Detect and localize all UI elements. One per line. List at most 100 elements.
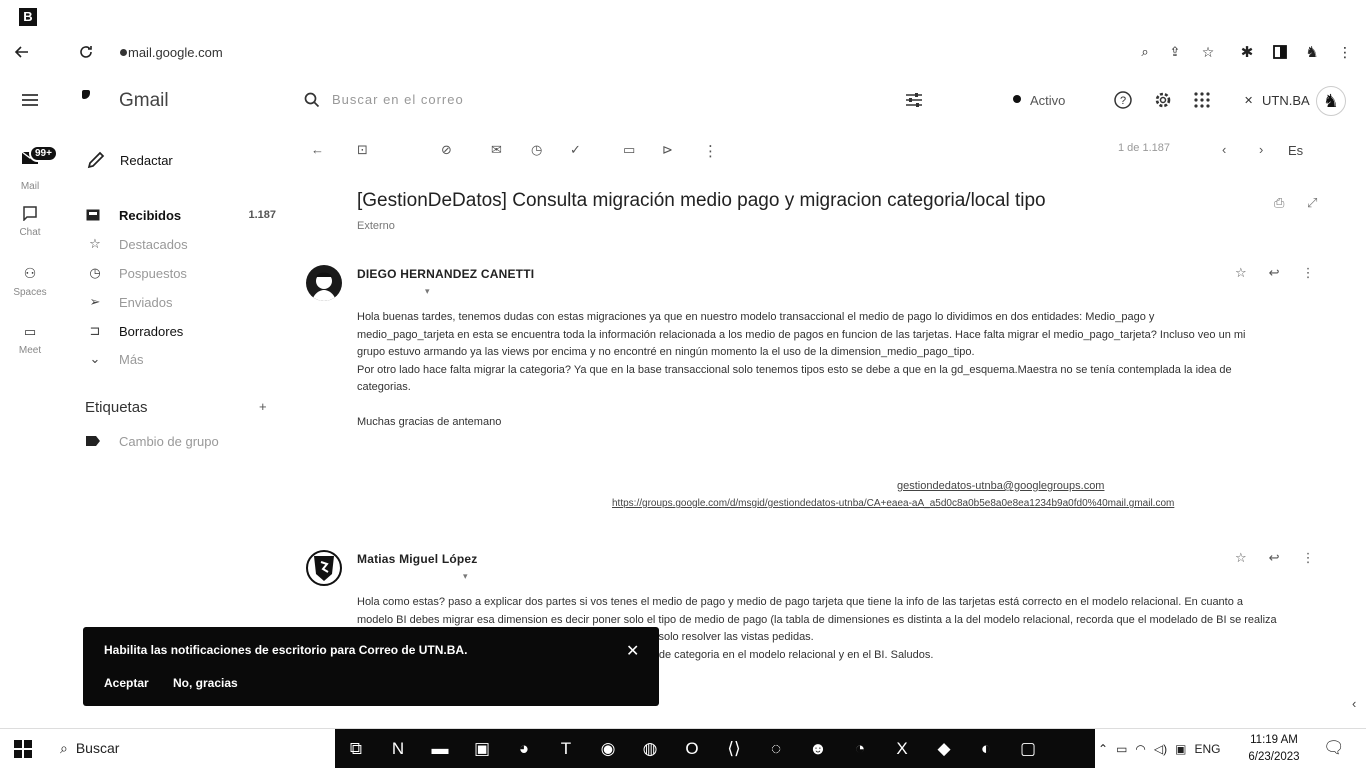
move-to-icon[interactable]: ▭ <box>623 142 635 158</box>
account-avatar[interactable]: ♞ <box>1316 86 1346 116</box>
sidebar-icon[interactable] <box>1268 40 1292 64</box>
reply-icon[interactable]: ↩ <box>1269 550 1280 566</box>
profile-icon[interactable]: ♞ <box>1300 40 1324 64</box>
share-icon[interactable]: ⇪ <box>1163 40 1187 64</box>
terminal-icon[interactable]: ▢ <box>1007 729 1049 768</box>
more-options-icon[interactable]: ⋮ <box>703 142 718 160</box>
outlook-icon[interactable]: O <box>671 729 713 768</box>
search-icon[interactable] <box>304 92 320 108</box>
language-indicator[interactable]: ENG <box>1194 742 1220 756</box>
clock-time: 11:19 AM <box>1250 734 1298 746</box>
briefcase-icon[interactable]: ▣ <box>461 729 503 768</box>
add-label-button[interactable]: + <box>259 399 267 414</box>
site-info-icon[interactable] <box>120 49 127 56</box>
add-task-icon[interactable]: ✓ <box>570 142 581 158</box>
back-arrow-icon[interactable] <box>10 40 34 64</box>
nav-item-inbox[interactable]: Recibidos 1.187 <box>86 205 276 225</box>
whatsapp-icon[interactable]: ◍ <box>629 729 671 768</box>
spotify-icon[interactable]: ◉ <box>587 729 629 768</box>
volume-icon[interactable]: ◁) <box>1154 742 1167 756</box>
clock-icon: ◷ <box>89 265 101 280</box>
bookmark-star-icon[interactable]: ☆ <box>1196 40 1220 64</box>
file-explorer-icon[interactable]: ▬ <box>419 729 461 768</box>
taskbar-search-label: Buscar <box>75 740 120 756</box>
help-icon[interactable]: ? <box>1109 86 1137 114</box>
newer-chevron-icon[interactable]: ‹ <box>1222 142 1226 157</box>
app-icon[interactable]: ◆ <box>923 729 965 768</box>
wifi-icon[interactable]: ◠ <box>1135 742 1145 756</box>
nav-label-drafts: Borradores <box>119 323 184 339</box>
sender-name[interactable]: Matias Miguel López <box>357 552 477 566</box>
input-language[interactable]: Es <box>1288 143 1303 158</box>
rail-chat[interactable]: Chat <box>0 205 60 238</box>
search-bar[interactable]: Buscar en el correo <box>296 84 876 116</box>
windows-start-icon[interactable] <box>14 740 32 758</box>
battery-icon[interactable]: ▭ <box>1116 742 1127 756</box>
pencil-icon <box>87 151 105 169</box>
meet-icon: ▭ <box>23 324 37 339</box>
rail-label-mail: Mail <box>20 181 40 192</box>
nav-item-snoozed[interactable]: ◷ Pospuestos <box>86 263 276 283</box>
close-icon[interactable]: ✕ <box>626 641 639 661</box>
rail-mail[interactable]: 99+ Mail <box>0 145 60 192</box>
extensions-icon[interactable]: ✱ <box>1235 40 1259 64</box>
decline-button[interactable]: No, gracias <box>173 676 238 690</box>
recipients-chevron-icon[interactable]: ▾ <box>425 286 430 297</box>
group-msg-link[interactable]: https://groups.google.com/d/msgid/gestio… <box>612 498 1174 509</box>
rail-spaces[interactable]: ⚇ Spaces <box>0 265 60 298</box>
teams-icon[interactable]: T <box>545 729 587 768</box>
excel-icon[interactable]: X <box>881 729 923 768</box>
nav-item-sent[interactable]: ➢ Enviados <box>86 292 276 312</box>
onenote-icon[interactable]: N <box>377 729 419 768</box>
settings-gear-icon[interactable] <box>1149 86 1177 114</box>
mark-unread-icon[interactable]: ✉ <box>491 142 502 158</box>
main-menu-icon[interactable] <box>16 86 44 114</box>
older-chevron-icon[interactable]: › <box>1259 142 1263 157</box>
open-new-window-icon[interactable]: ⤢ <box>1307 195 1317 211</box>
notification-center-icon[interactable]: 🗨 <box>1323 738 1345 758</box>
accept-button[interactable]: Aceptar <box>104 676 149 690</box>
taskbar-clock[interactable]: 11:19 AM 6/23/2023 <box>1245 732 1303 766</box>
chevron-up-icon[interactable]: ⌃ <box>1098 742 1108 756</box>
nav-item-drafts[interactable]: ⊐ Borradores <box>86 321 276 341</box>
kebab-menu-icon[interactable]: ⋮ <box>1333 40 1357 64</box>
archive-icon[interactable]: ⊡ <box>357 142 368 158</box>
search-icon[interactable]: ⌕ <box>1133 40 1157 64</box>
display-icon[interactable]: ▣ <box>1175 742 1186 756</box>
group-email-link[interactable]: gestiondedatos-utnba@googlegroups.com <box>897 480 1104 492</box>
task-view-icon[interactable]: ⧉ <box>335 729 377 768</box>
nav-item-starred[interactable]: ☆ Destacados <box>86 234 276 254</box>
compose-button[interactable]: Redactar <box>86 150 173 170</box>
taskbar-search[interactable]: ⌕ Buscar <box>60 740 119 757</box>
search-options-icon[interactable] <box>900 86 928 114</box>
gmail-wordmark[interactable]: Gmail <box>119 90 169 112</box>
apps-grid-icon[interactable] <box>1188 86 1216 114</box>
more-options-icon[interactable]: ⋮ <box>1302 265 1315 281</box>
nav-item-more[interactable]: ⌄ Más <box>86 349 276 369</box>
discord-icon[interactable]: ◌ <box>755 729 797 768</box>
vscode-icon[interactable]: ⟨⟩ <box>713 729 755 768</box>
star-icon[interactable]: ☆ <box>1235 550 1247 566</box>
print-icon[interactable]: ⎙ <box>1274 195 1284 211</box>
status-selector[interactable]: Activo <box>1030 93 1065 108</box>
label-as-icon[interactable]: ⊳ <box>662 142 673 158</box>
side-panel-chevron-icon[interactable]: ‹ <box>1352 696 1356 711</box>
snooze-icon[interactable]: ◷ <box>531 142 542 158</box>
reload-icon[interactable] <box>74 40 98 64</box>
firefox-icon[interactable]: ◐ <box>965 729 1007 768</box>
reply-icon[interactable]: ↩ <box>1269 265 1280 281</box>
gmail-logo-icon[interactable] <box>82 90 90 99</box>
body-line: Hola buenas tardes, tenemos dudas con es… <box>357 311 1155 323</box>
label-item[interactable]: Cambio de grupo <box>86 431 276 451</box>
recipients-chevron-icon[interactable]: ▾ <box>463 571 468 582</box>
rail-meet[interactable]: ▭ Meet <box>0 324 60 356</box>
more-options-icon[interactable]: ⋮ <box>1302 550 1315 566</box>
star-icon[interactable]: ☆ <box>1235 265 1247 281</box>
browser-app-icon[interactable]: ◕ <box>503 729 545 768</box>
url-field[interactable]: mail.google.com <box>128 45 223 60</box>
edge-icon[interactable]: ◔ <box>839 729 881 768</box>
game-icon[interactable]: ☻ <box>797 729 839 768</box>
back-to-inbox-icon[interactable]: ← <box>311 142 324 157</box>
report-spam-icon[interactable]: ⊘ <box>441 142 452 158</box>
sender-name[interactable]: DIEGO HERNANDEZ CANETTI <box>357 267 534 281</box>
